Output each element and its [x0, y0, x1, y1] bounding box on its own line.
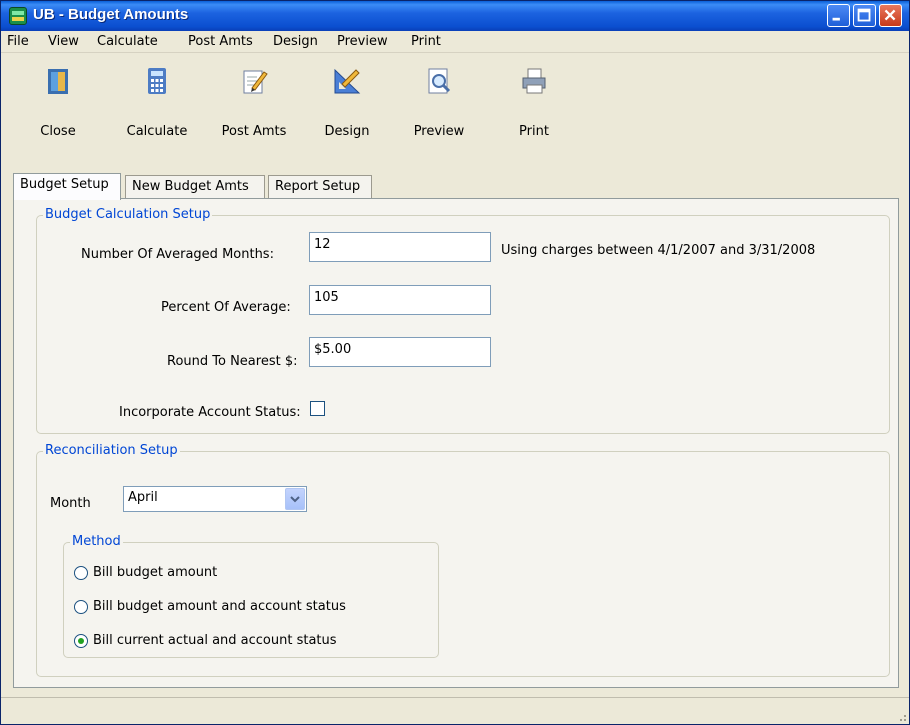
tab-report-setup[interactable]: Report Setup — [268, 175, 372, 199]
incorporate-account-status-label: Incorporate Account Status: — [119, 405, 301, 420]
preview-button[interactable]: Preview — [399, 68, 479, 158]
tab-new-budget-amts[interactable]: New Budget Amts — [125, 175, 265, 199]
edit-document-icon — [243, 70, 268, 94]
menu-design[interactable]: Design — [273, 34, 318, 49]
incorporate-account-status-checkbox[interactable] — [310, 401, 325, 416]
preview-icon — [428, 68, 451, 94]
budget-calculation-group: Budget Calculation Setup Number Of Avera… — [36, 207, 890, 434]
month-label: Month — [50, 496, 91, 511]
maximize-button[interactable] — [853, 4, 876, 27]
minimize-icon — [832, 17, 840, 21]
menu-calculate[interactable]: Calculate — [97, 34, 158, 49]
status-bar — [1, 697, 909, 724]
preview-label: Preview — [413, 124, 465, 139]
charges-range-note: Using charges between 4/1/2007 and 3/31/… — [501, 243, 816, 258]
menu-bar: File View Calculate Post Amts Design Pre… — [1, 31, 909, 53]
menu-preview[interactable]: Preview — [337, 34, 388, 49]
calculator-icon — [148, 68, 166, 94]
menu-post-amts[interactable]: Post Amts — [188, 34, 253, 49]
design-label: Design — [324, 124, 370, 139]
design-icon — [334, 68, 361, 94]
maximize-icon — [857, 8, 871, 22]
resize-grip-icon[interactable] — [895, 710, 907, 722]
radio-dot-icon — [78, 638, 84, 644]
percent-of-average-input[interactable] — [309, 285, 491, 315]
radio-button[interactable] — [74, 566, 88, 580]
averaged-months-input[interactable] — [309, 232, 491, 262]
radio-button-selected[interactable] — [74, 634, 88, 648]
window-title: UB - Budget Amounts — [33, 6, 189, 23]
budget-calculation-legend: Budget Calculation Setup — [43, 207, 213, 222]
app-icon — [9, 7, 27, 25]
method-option-label: Bill budget amount and account status — [93, 599, 346, 614]
print-label: Print — [519, 124, 549, 139]
calculate-button[interactable]: Calculate — [117, 68, 197, 158]
close-icon — [884, 9, 896, 21]
percent-of-average-label: Percent Of Average: — [161, 300, 291, 315]
post-amts-label: Post Amts — [221, 124, 287, 139]
calculate-label: Calculate — [126, 124, 188, 139]
app-window: UB - Budget Amounts File View Calculate … — [0, 0, 910, 725]
print-button[interactable]: Print — [499, 68, 569, 158]
month-select[interactable]: April — [123, 486, 307, 512]
close-label: Close — [40, 124, 76, 139]
menu-view[interactable]: View — [48, 34, 79, 49]
radio-button[interactable] — [74, 600, 88, 614]
menu-file[interactable]: File — [7, 34, 29, 49]
door-icon — [48, 69, 68, 94]
method-option-label: Bill current actual and account status — [93, 633, 337, 648]
toolbar: Close Calculate Post Amts Design Preview… — [1, 54, 909, 164]
method-group: Method Bill budget amount Bill budget am… — [63, 534, 439, 658]
tab-budget-setup[interactable]: Budget Setup — [13, 173, 121, 200]
month-value: April — [128, 490, 158, 505]
close-button[interactable]: Close — [25, 69, 91, 158]
design-button[interactable]: Design — [307, 68, 387, 158]
close-window-button[interactable] — [879, 4, 902, 27]
post-amts-button[interactable]: Post Amts — [209, 70, 299, 158]
method-legend: Method — [70, 534, 123, 549]
averaged-months-label: Number Of Averaged Months: — [81, 247, 274, 262]
title-bar[interactable]: UB - Budget Amounts — [1, 1, 909, 31]
printer-icon — [522, 68, 546, 94]
menu-print[interactable]: Print — [411, 34, 441, 49]
minimize-button[interactable] — [827, 4, 850, 27]
reconciliation-group: Reconciliation Setup Month April Method … — [36, 443, 890, 677]
tab-strip: Budget Setup New Budget Amts Report Setu… — [13, 173, 893, 200]
budget-setup-panel: Budget Calculation Setup Number Of Avera… — [13, 198, 899, 688]
method-option-label: Bill budget amount — [93, 565, 218, 580]
dropdown-button[interactable] — [285, 488, 305, 510]
round-to-nearest-input[interactable] — [309, 337, 491, 367]
reconciliation-legend: Reconciliation Setup — [43, 443, 180, 458]
round-to-nearest-label: Round To Nearest $: — [167, 354, 298, 369]
chevron-down-icon — [290, 496, 300, 503]
